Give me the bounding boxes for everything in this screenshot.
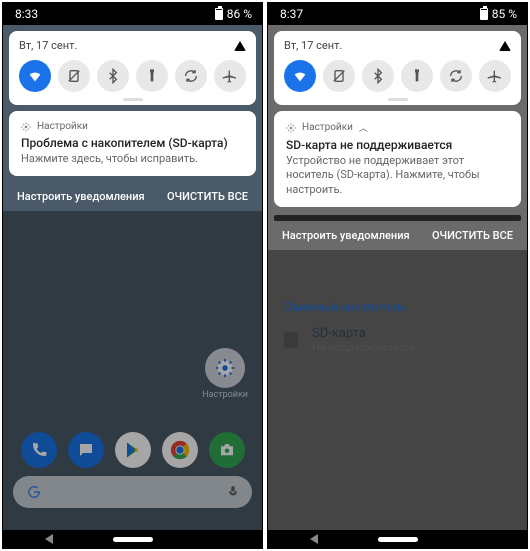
home-pill[interactable] [113, 537, 153, 542]
storage-section-header: Съемный накопитель [284, 300, 511, 314]
nav-bar [3, 530, 262, 548]
status-bar: 8:37 85 % [268, 3, 527, 25]
notification-body: Нажмите здесь, чтобы исправить. [21, 152, 244, 166]
status-bar: 8:33 86 % [3, 3, 262, 25]
notification-app-name: Настройки [302, 122, 353, 133]
notification-card[interactable]: Настройки Проблема с накопителем (SD-кар… [9, 111, 256, 176]
status-battery: 85 % [492, 7, 517, 21]
home-pill[interactable] [378, 537, 418, 542]
notification-card[interactable]: Настройки ︿ SD-карта не поддерживается У… [274, 111, 521, 207]
quick-settings-panel: Вт, 17 сент. [9, 31, 256, 105]
settings-app-icon [286, 123, 296, 133]
camera-app-icon[interactable] [209, 432, 245, 468]
qs-date: Вт, 17 сент. [19, 39, 77, 52]
home-app-settings[interactable]: Настройки [202, 348, 248, 400]
qs-date: Вт, 17 сент. [284, 39, 342, 52]
flashlight-toggle[interactable] [401, 60, 433, 92]
rotate-toggle[interactable] [440, 60, 472, 92]
data-toggle[interactable] [323, 60, 355, 92]
notification-actions: Настроить уведомления ОЧИСТИТЬ ВСЕ [3, 182, 262, 211]
bluetooth-toggle[interactable] [362, 60, 394, 92]
notification-app-name: Настройки [37, 121, 88, 132]
sd-card-subtitle: Не поддерживается [312, 341, 415, 354]
notification-title: SD-карта не поддерживается [286, 138, 509, 152]
home-app-label: Настройки [202, 390, 248, 400]
notification-actions: Настроить уведомления ОЧИСТИТЬ ВСЕ [268, 221, 527, 250]
back-button[interactable] [45, 534, 53, 544]
wifi-toggle[interactable] [284, 60, 316, 92]
sd-card-row[interactable]: SD-карта Не поддерживается [284, 326, 511, 354]
home-screen: Настройки [3, 211, 262, 530]
play-store-icon[interactable] [115, 432, 151, 468]
bluetooth-toggle[interactable] [97, 60, 129, 92]
google-g-icon [25, 483, 43, 501]
clear-all-button[interactable]: ОЧИСТИТЬ ВСЕ [432, 229, 513, 242]
wifi-toggle[interactable] [19, 60, 51, 92]
flashlight-toggle[interactable] [136, 60, 168, 92]
phone-right: 8:37 85 % Вт, 17 сент. Настройки ︿ SD-ка… [267, 2, 528, 549]
search-bar[interactable] [13, 476, 252, 508]
mic-icon[interactable] [226, 485, 240, 499]
status-time: 8:37 [280, 7, 303, 21]
airplane-toggle[interactable] [479, 60, 511, 92]
qs-expand-handle[interactable] [123, 98, 143, 101]
clear-all-button[interactable]: ОЧИСТИТЬ ВСЕ [167, 190, 248, 203]
nav-bar [268, 530, 527, 548]
chrome-icon[interactable] [162, 432, 198, 468]
wifi-indicator-icon [499, 41, 511, 51]
gear-icon [214, 357, 236, 379]
status-battery: 86 % [227, 7, 252, 21]
messages-app-icon[interactable] [68, 432, 104, 468]
phone-app-icon[interactable] [21, 432, 57, 468]
notification-body: Устройство не поддерживает этот носитель… [286, 154, 509, 197]
data-toggle[interactable] [58, 60, 90, 92]
settings-app-icon [21, 122, 31, 132]
airplane-toggle[interactable] [214, 60, 246, 92]
notification-title: Проблема с накопителем (SD-карта) [21, 136, 244, 150]
status-time: 8:33 [15, 7, 38, 21]
settings-background: Съемный накопитель SD-карта Не поддержив… [268, 250, 527, 530]
rotate-toggle[interactable] [175, 60, 207, 92]
sd-card-title: SD-карта [312, 326, 415, 341]
phone-left: 8:33 86 % Вт, 17 сент. Настройки Проблем… [2, 2, 263, 549]
chevron-up-icon[interactable]: ︿ [359, 121, 368, 134]
back-button[interactable] [310, 534, 318, 544]
battery-icon [215, 8, 223, 20]
battery-icon [480, 8, 488, 20]
qs-expand-handle[interactable] [388, 98, 408, 101]
sd-card-icon [284, 332, 298, 348]
quick-settings-panel: Вт, 17 сент. [274, 31, 521, 105]
manage-notifications-button[interactable]: Настроить уведомления [17, 190, 145, 203]
dock [3, 432, 262, 468]
wifi-indicator-icon [234, 41, 246, 51]
manage-notifications-button[interactable]: Настроить уведомления [282, 229, 410, 242]
